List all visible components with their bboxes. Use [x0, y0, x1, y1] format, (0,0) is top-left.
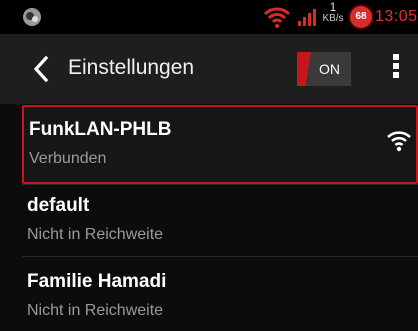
toggle-accent: [297, 52, 311, 86]
network-status: Verbunden: [29, 150, 107, 167]
wifi-strength-icon: [387, 131, 411, 152]
network-name: Familie Hamadi: [27, 271, 167, 292]
toggle-label: ON: [319, 61, 340, 77]
network-status: Nicht in Reichweite: [27, 302, 164, 319]
battery-indicator: 68: [350, 6, 372, 28]
clock: 13:05: [375, 8, 418, 25]
back-icon[interactable]: [28, 53, 56, 85]
notification-app-icon: [23, 8, 41, 26]
network-item-connected[interactable]: FunkLAN-PHLB Verbunden: [22, 105, 418, 184]
page-title: Einstellungen: [68, 56, 195, 79]
network-speed-unit: KB/s: [322, 13, 344, 24]
network-item[interactable]: Familie Hamadi Nicht in Reichweite: [22, 259, 418, 331]
wifi-signal-icon: [263, 7, 291, 28]
divider: [22, 256, 418, 257]
overflow-menu-icon[interactable]: [386, 52, 406, 86]
network-name: FunkLAN-PHLB: [29, 119, 172, 140]
wifi-toggle[interactable]: ON: [297, 52, 351, 86]
network-name: default: [27, 195, 90, 216]
cell-signal-icon: [298, 9, 316, 26]
network-speed: 1 KB/s: [318, 0, 348, 24]
network-item[interactable]: default Nicht in Reichweite: [22, 183, 418, 255]
network-status: Nicht in Reichweite: [27, 226, 164, 243]
status-bar: 1 KB/s 68 13:05: [0, 0, 418, 34]
network-speed-value: 1: [329, 0, 337, 14]
action-bar: Einstellungen ON: [0, 34, 418, 104]
